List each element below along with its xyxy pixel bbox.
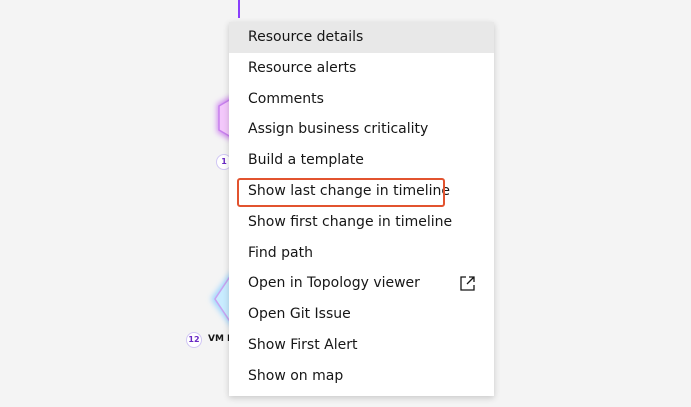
menu-item-show-first-alert[interactable]: Show First Alert [229, 330, 494, 361]
menu-item-show-last-change[interactable]: Show last change in timeline [229, 176, 494, 207]
menu-item-show-first-change[interactable]: Show first change in timeline [229, 207, 494, 238]
menu-item-build-template[interactable]: Build a template [229, 145, 494, 176]
topology-edge [238, 0, 240, 18]
menu-item-label: Show on map [248, 367, 344, 384]
node-badge: 12 [186, 332, 202, 348]
menu-item-open-git-issue[interactable]: Open Git Issue [229, 299, 494, 330]
menu-item-label: Assign business criticality [248, 121, 429, 138]
menu-item-resource-alerts[interactable]: Resource alerts [229, 53, 494, 84]
menu-item-find-path[interactable]: Find path [229, 238, 494, 269]
menu-item-label: Resource alerts [248, 59, 357, 76]
menu-item-show-on-map[interactable]: Show on map [229, 361, 494, 392]
menu-item-label: Show First Alert [248, 336, 358, 353]
menu-item-label: Find path [248, 244, 313, 261]
menu-item-label: Show last change in timeline [248, 182, 451, 199]
menu-item-label: Resource details [248, 29, 364, 45]
menu-item-assign-business-criticality[interactable]: Assign business criticality [229, 114, 494, 145]
menu-item-open-topology-viewer[interactable]: Open in Topology viewer [229, 268, 494, 299]
context-menu: Resource details Resource alerts Comment… [229, 22, 494, 396]
menu-item-resource-details[interactable]: Resource details [229, 22, 494, 53]
menu-item-label: Show first change in timeline [248, 213, 453, 230]
menu-item-label: Build a template [248, 152, 364, 169]
menu-item-label: Open in Topology viewer [248, 275, 420, 292]
launch-icon [460, 276, 475, 292]
menu-item-label: Comments [248, 90, 324, 107]
menu-item-comments[interactable]: Comments [229, 84, 494, 115]
menu-item-label: Open Git Issue [248, 306, 351, 323]
